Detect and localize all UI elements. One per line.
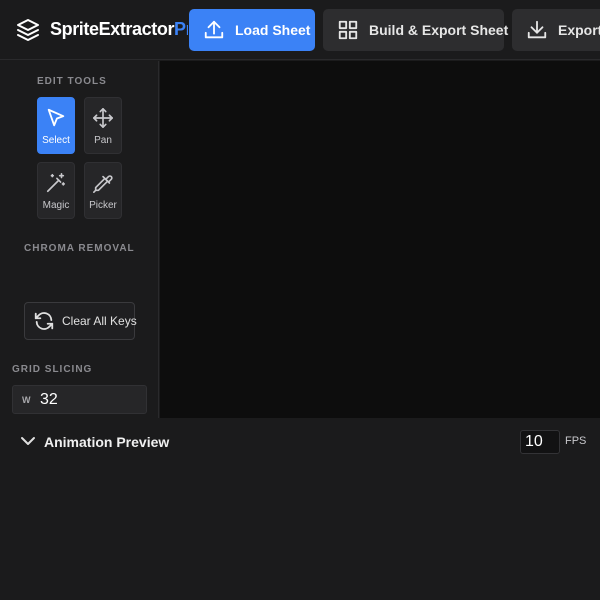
tool-picker-label: Picker xyxy=(89,200,117,211)
grid-width-field[interactable]: W 32 xyxy=(12,385,147,414)
download-icon xyxy=(527,20,547,39)
sprite-canvas[interactable] xyxy=(160,61,600,418)
move-icon xyxy=(93,108,113,128)
clear-all-keys-button[interactable]: Clear All Keys xyxy=(24,302,137,340)
cursor-icon xyxy=(47,108,65,127)
build-export-sheet-button[interactable]: Build & Export Sheet xyxy=(323,9,508,51)
refresh-icon xyxy=(34,312,54,330)
grid-width-label: W xyxy=(22,394,31,405)
magic-wand-icon xyxy=(46,173,66,193)
animation-preview-panel: Animation Preview 10 FPS xyxy=(0,418,600,600)
grid-slicing-title: GRID SLICING xyxy=(12,364,93,375)
tool-pan-label: Pan xyxy=(94,135,112,146)
tool-pan-button[interactable]: Pan xyxy=(84,97,122,154)
top-toolbar: SpriteExtractorPro Load Sheet Build & Ex… xyxy=(0,0,600,60)
export-button[interactable]: Export xyxy=(512,9,600,51)
chevron-down-icon[interactable] xyxy=(20,433,36,449)
tool-select-label: Select xyxy=(42,135,70,146)
load-sheet-label: Load Sheet xyxy=(235,22,311,38)
tool-magic-label: Magic xyxy=(42,200,70,211)
upload-icon xyxy=(204,20,224,39)
edit-tools-title: EDIT TOOLS xyxy=(37,76,107,87)
layers-logo-icon xyxy=(17,19,39,41)
app-brand: SpriteExtractorPro xyxy=(50,19,188,40)
brand-name: SpriteExtractor xyxy=(50,19,175,39)
brand-suffix: Pro xyxy=(174,19,188,39)
animation-preview-title[interactable]: Animation Preview xyxy=(44,434,169,450)
tool-magic-button[interactable]: Magic xyxy=(37,162,75,219)
load-sheet-button[interactable]: Load Sheet xyxy=(189,9,315,51)
eyedropper-icon xyxy=(93,175,113,193)
fps-label: FPS xyxy=(565,435,587,447)
build-export-label: Build & Export Sheet xyxy=(369,22,509,38)
clear-all-keys-label: Clear All Keys xyxy=(62,314,137,328)
grid-width-value: 32 xyxy=(40,390,58,408)
chroma-removal-title: CHROMA REMOVAL xyxy=(24,243,135,254)
export-label: Export xyxy=(558,22,600,38)
tool-picker-button[interactable]: Picker xyxy=(84,162,122,219)
grid-icon xyxy=(338,20,358,40)
sidebar: EDIT TOOLS Select Pan Magic Picker CHROM… xyxy=(0,61,159,418)
fps-input[interactable]: 10 xyxy=(520,430,560,454)
tool-select-button[interactable]: Select xyxy=(37,97,75,154)
